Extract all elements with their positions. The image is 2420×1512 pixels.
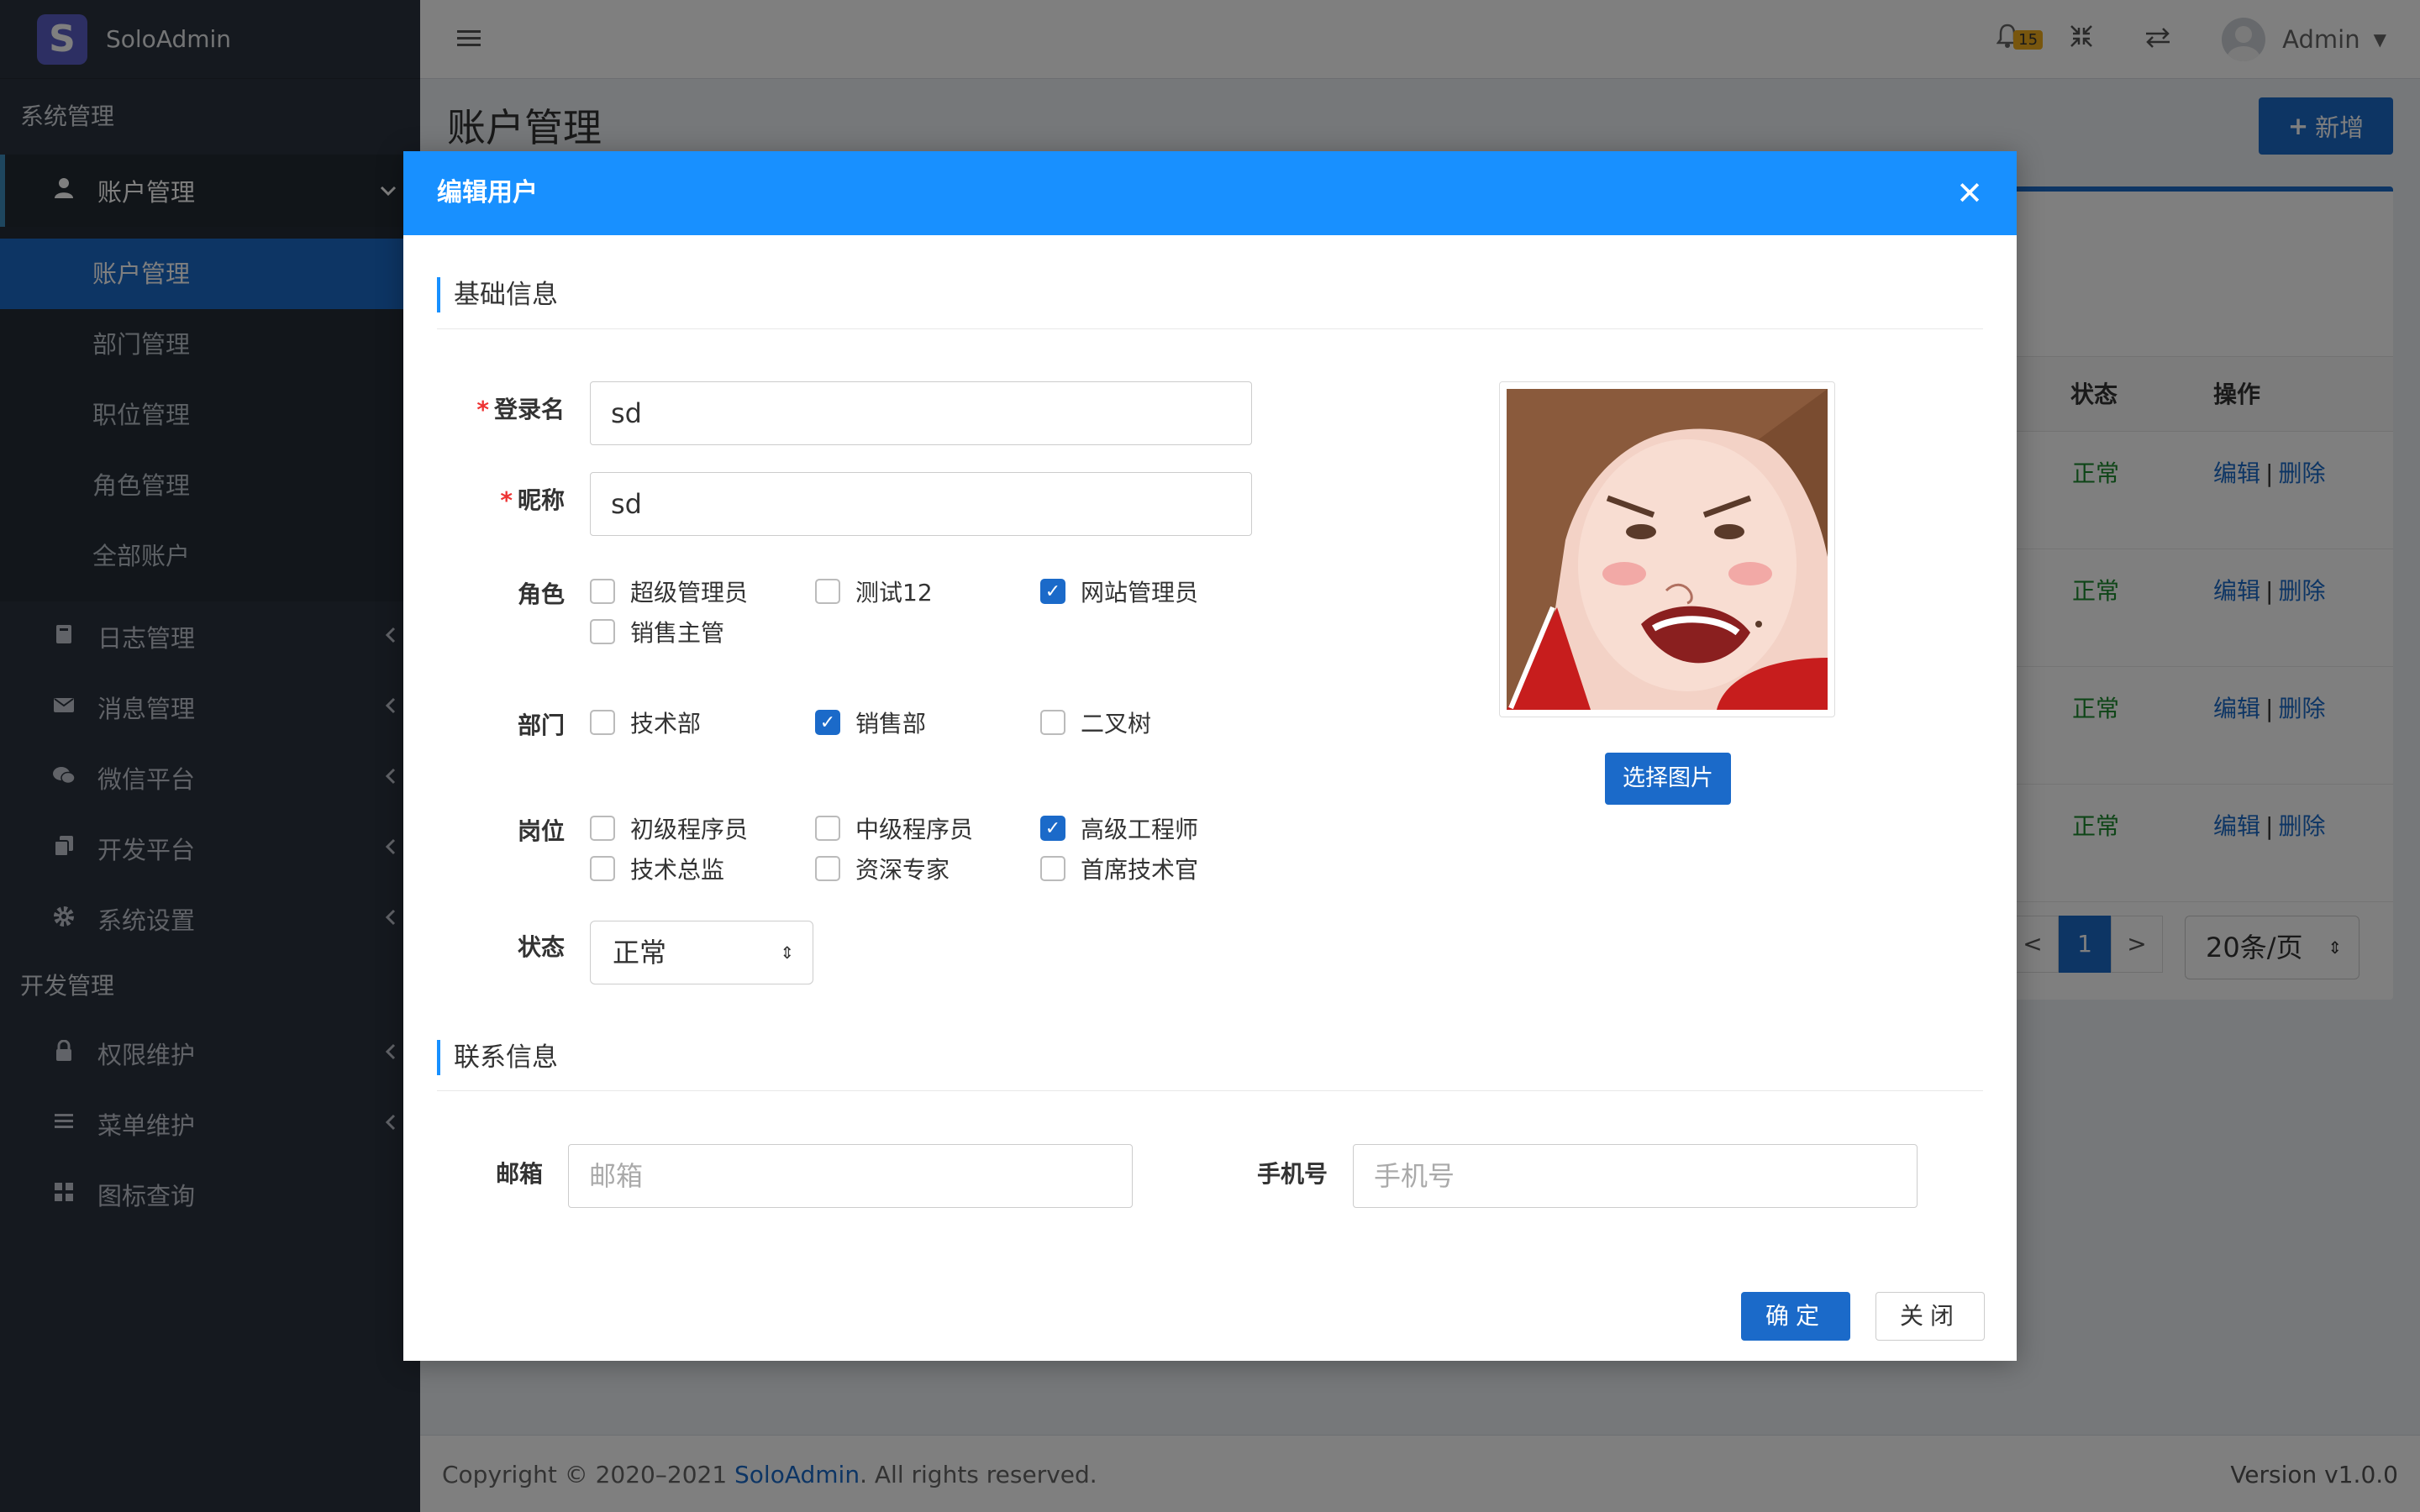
check-icon: ✓ [815,710,840,735]
login-input[interactable]: sd [590,381,1252,445]
status-select[interactable]: 正常 ⇕ [590,921,813,984]
checkbox-icon [590,619,615,644]
email-label: 邮箱 [495,1160,543,1188]
post-checkbox-expert[interactable]: 资深专家 [815,852,950,885]
role-checkbox-sales-supervisor[interactable]: 销售主管 [590,615,724,648]
sort-arrows-icon: ⇕ [780,942,794,963]
phone-label: 手机号 [1256,1160,1328,1188]
role-checkbox-test12[interactable]: 测试12 [815,575,933,608]
modal-header: 编辑用户 ✕ [403,151,2017,235]
role-label: 角色 [517,580,565,608]
dept-label: 部门 [517,711,565,739]
modal-title: 编辑用户 [437,178,538,207]
checkbox-icon [815,579,840,604]
nickname-label: * 昵称 [500,486,565,514]
checkbox-icon [1040,856,1065,881]
status-label: 状态 [517,933,565,961]
checkbox-icon [1040,710,1065,735]
close-button[interactable]: 关闭 [1876,1292,1985,1341]
check-icon: ✓ [1040,579,1065,604]
checkbox-icon [590,816,615,841]
role-checkbox-site-admin[interactable]: ✓ 网站管理员 [1040,575,1198,608]
section-title-contact: 联系信息 [437,1040,558,1075]
dept-checkbox-sales[interactable]: ✓ 销售部 [815,706,926,739]
pick-image-button[interactable]: 选择图片 [1605,753,1731,805]
edit-user-modal: 编辑用户 ✕ 基础信息 * 登录名 sd * 昵称 sd 角色 超级管理员 测试12… [403,151,2017,1361]
post-checkbox-mid[interactable]: 中级程序员 [815,811,973,845]
divider [437,1090,1983,1091]
checkbox-icon [590,579,615,604]
section-title-basic: 基础信息 [437,277,558,312]
nickname-input[interactable]: sd [590,472,1252,536]
confirm-button[interactable]: 确定 [1741,1292,1850,1341]
dept-checkbox-tech[interactable]: 技术部 [590,706,701,739]
post-checkbox-senior[interactable]: ✓ 高级工程师 [1040,811,1198,845]
post-label: 岗位 [517,817,565,845]
post-checkbox-junior[interactable]: 初级程序员 [590,811,748,845]
close-icon[interactable]: ✕ [1956,151,1983,235]
checkbox-icon [815,856,840,881]
email-input[interactable]: 邮箱 [568,1144,1133,1208]
post-checkbox-tech-director[interactable]: 技术总监 [590,852,724,885]
divider [437,328,1983,329]
login-label: * 登录名 [476,396,565,423]
checkbox-icon [590,710,615,735]
checkbox-icon [815,816,840,841]
dept-checkbox-binary-tree[interactable]: 二叉树 [1040,706,1151,739]
post-checkbox-cto[interactable]: 首席技术官 [1040,852,1198,885]
avatar-frame [1499,381,1835,717]
check-icon: ✓ [1040,816,1065,841]
checkbox-icon [590,856,615,881]
avatar-image [1507,389,1828,710]
status-select-value: 正常 [613,937,667,969]
phone-input[interactable]: 手机号 [1353,1144,1918,1208]
role-checkbox-super-admin[interactable]: 超级管理员 [590,575,748,608]
